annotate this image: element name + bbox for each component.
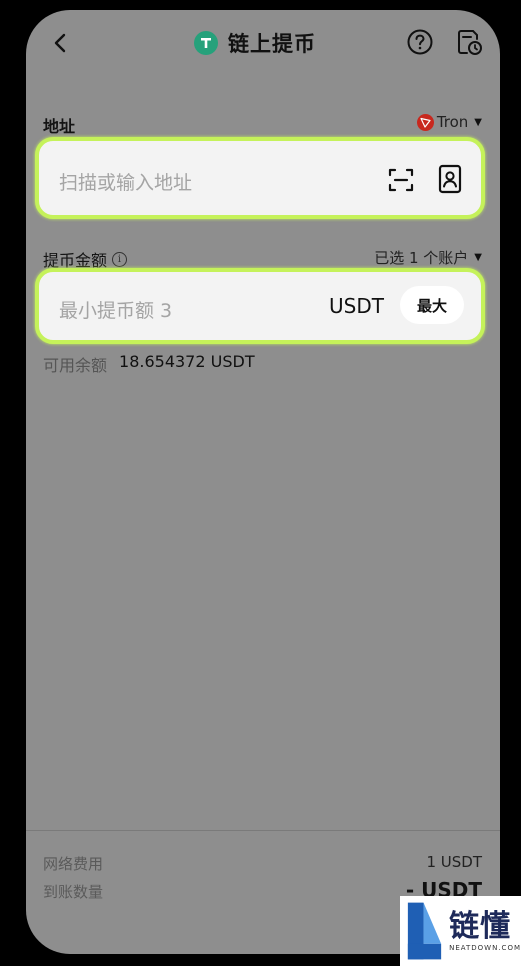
- watermark-en: NEATDOWN.COM: [449, 944, 521, 952]
- watermark-text: 链懂 NEATDOWN.COM: [449, 909, 521, 953]
- account-selector[interactable]: 已选 1 个账户 ▼: [374, 247, 482, 268]
- account-selector-label: 已选 1 个账户: [374, 249, 469, 267]
- history-button[interactable]: [454, 27, 484, 57]
- tron-icon: [416, 113, 434, 131]
- back-button[interactable]: [48, 30, 74, 56]
- network-selector[interactable]: Tron ▼: [416, 113, 482, 131]
- phone-screen: 链上提币 地址 Tron ▼ 扫描或输入地址 提币金额 i 已选 1 个账户 ▼…: [26, 10, 500, 954]
- divider: [26, 830, 500, 831]
- tether-icon: [194, 31, 218, 55]
- amount-input[interactable]: 最小提币额 3: [59, 296, 172, 323]
- watermark: 链懂 NEATDOWN.COM: [400, 896, 521, 966]
- back-icon: [54, 33, 66, 53]
- watermark-cn: 链懂: [449, 909, 512, 944]
- available-value: 18.654372 USDT: [119, 352, 255, 371]
- fee-label: 网络费用: [43, 855, 104, 873]
- help-icon: [407, 29, 433, 55]
- address-input[interactable]: 扫描或输入地址: [59, 168, 192, 195]
- amount-input-box[interactable]: 最小提币额 3 USDT 最大: [35, 268, 485, 344]
- info-icon[interactable]: i: [112, 251, 128, 267]
- scan-button[interactable]: [388, 167, 414, 193]
- address-book-button[interactable]: [437, 164, 463, 194]
- fee-value: 1 USDT: [426, 853, 482, 871]
- max-button[interactable]: 最大: [400, 286, 464, 324]
- title-group: 链上提币: [194, 28, 316, 58]
- available-label: 可用余额: [43, 356, 108, 375]
- address-book-icon: [438, 164, 462, 194]
- watermark-logo-icon: [407, 902, 442, 960]
- caret-down-icon: ▼: [474, 116, 482, 128]
- header: 链上提币: [26, 10, 500, 76]
- caret-down-icon: ▼: [474, 252, 482, 263]
- address-input-box[interactable]: 扫描或输入地址: [35, 137, 485, 219]
- page-title: 链上提币: [228, 32, 316, 56]
- receive-label: 到账数量: [43, 883, 104, 901]
- history-icon: [458, 30, 482, 55]
- amount-unit: USDT: [329, 294, 384, 318]
- scan-icon: [388, 168, 414, 192]
- available-balance: 可用余额 18.654372 USDT: [43, 352, 255, 376]
- address-label: 地址: [43, 117, 76, 136]
- network-name: Tron: [436, 113, 469, 131]
- help-button[interactable]: [406, 28, 434, 56]
